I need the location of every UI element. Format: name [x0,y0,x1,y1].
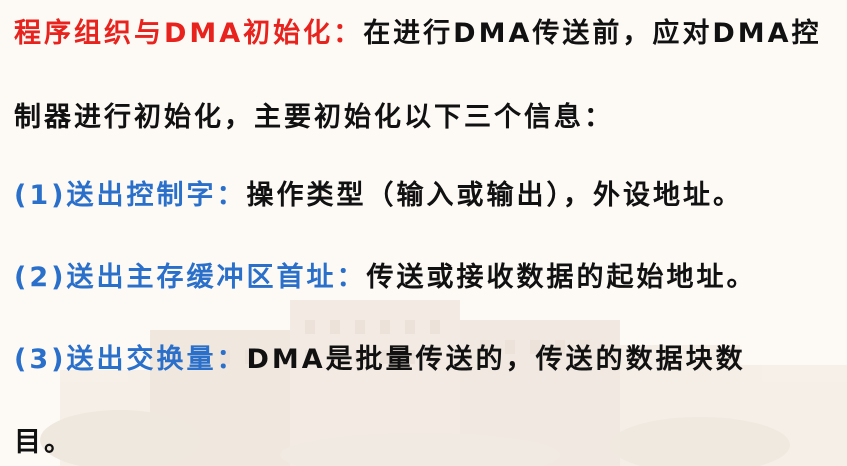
list-item-transfer-count: (3)送出交换量：DMA是批量传送的，传送的数据块数 [14,342,746,378]
list-item-control-word: (1)送出控制字：操作类型（输入或输出），外设地址。 [14,178,743,214]
slide: 程序组织与DMA初始化：在进行DMA传送前，应对DMA控 制器进行初始化，主要初… [0,0,847,466]
intro-heading: 程序组织与DMA初始化： [14,18,364,49]
list-item-label: (1)送出控制字： [14,180,247,211]
campus-background-image [0,0,847,466]
list-item-continuation: 目。 [14,427,74,458]
list-item-text: 传送或接收数据的起始地址。 [366,262,757,293]
intro-continuation: 制器进行初始化，主要初始化以下三个信息： [14,102,614,133]
intro-line: 程序组织与DMA初始化：在进行DMA传送前，应对DMA控 [14,16,822,52]
list-item-buffer-address: (2)送出主存缓冲区首址：传送或接收数据的起始地址。 [14,260,756,296]
list-item-label: (3)送出交换量： [14,344,247,375]
list-item-label: (2)送出主存缓冲区首址： [14,262,367,293]
intro-text: 在进行DMA传送前，应对DMA控 [363,18,822,49]
list-item-text: 操作类型（输入或输出），外设地址。 [246,180,743,211]
list-item-text: DMA是批量传送的，传送的数据块数 [246,344,746,375]
